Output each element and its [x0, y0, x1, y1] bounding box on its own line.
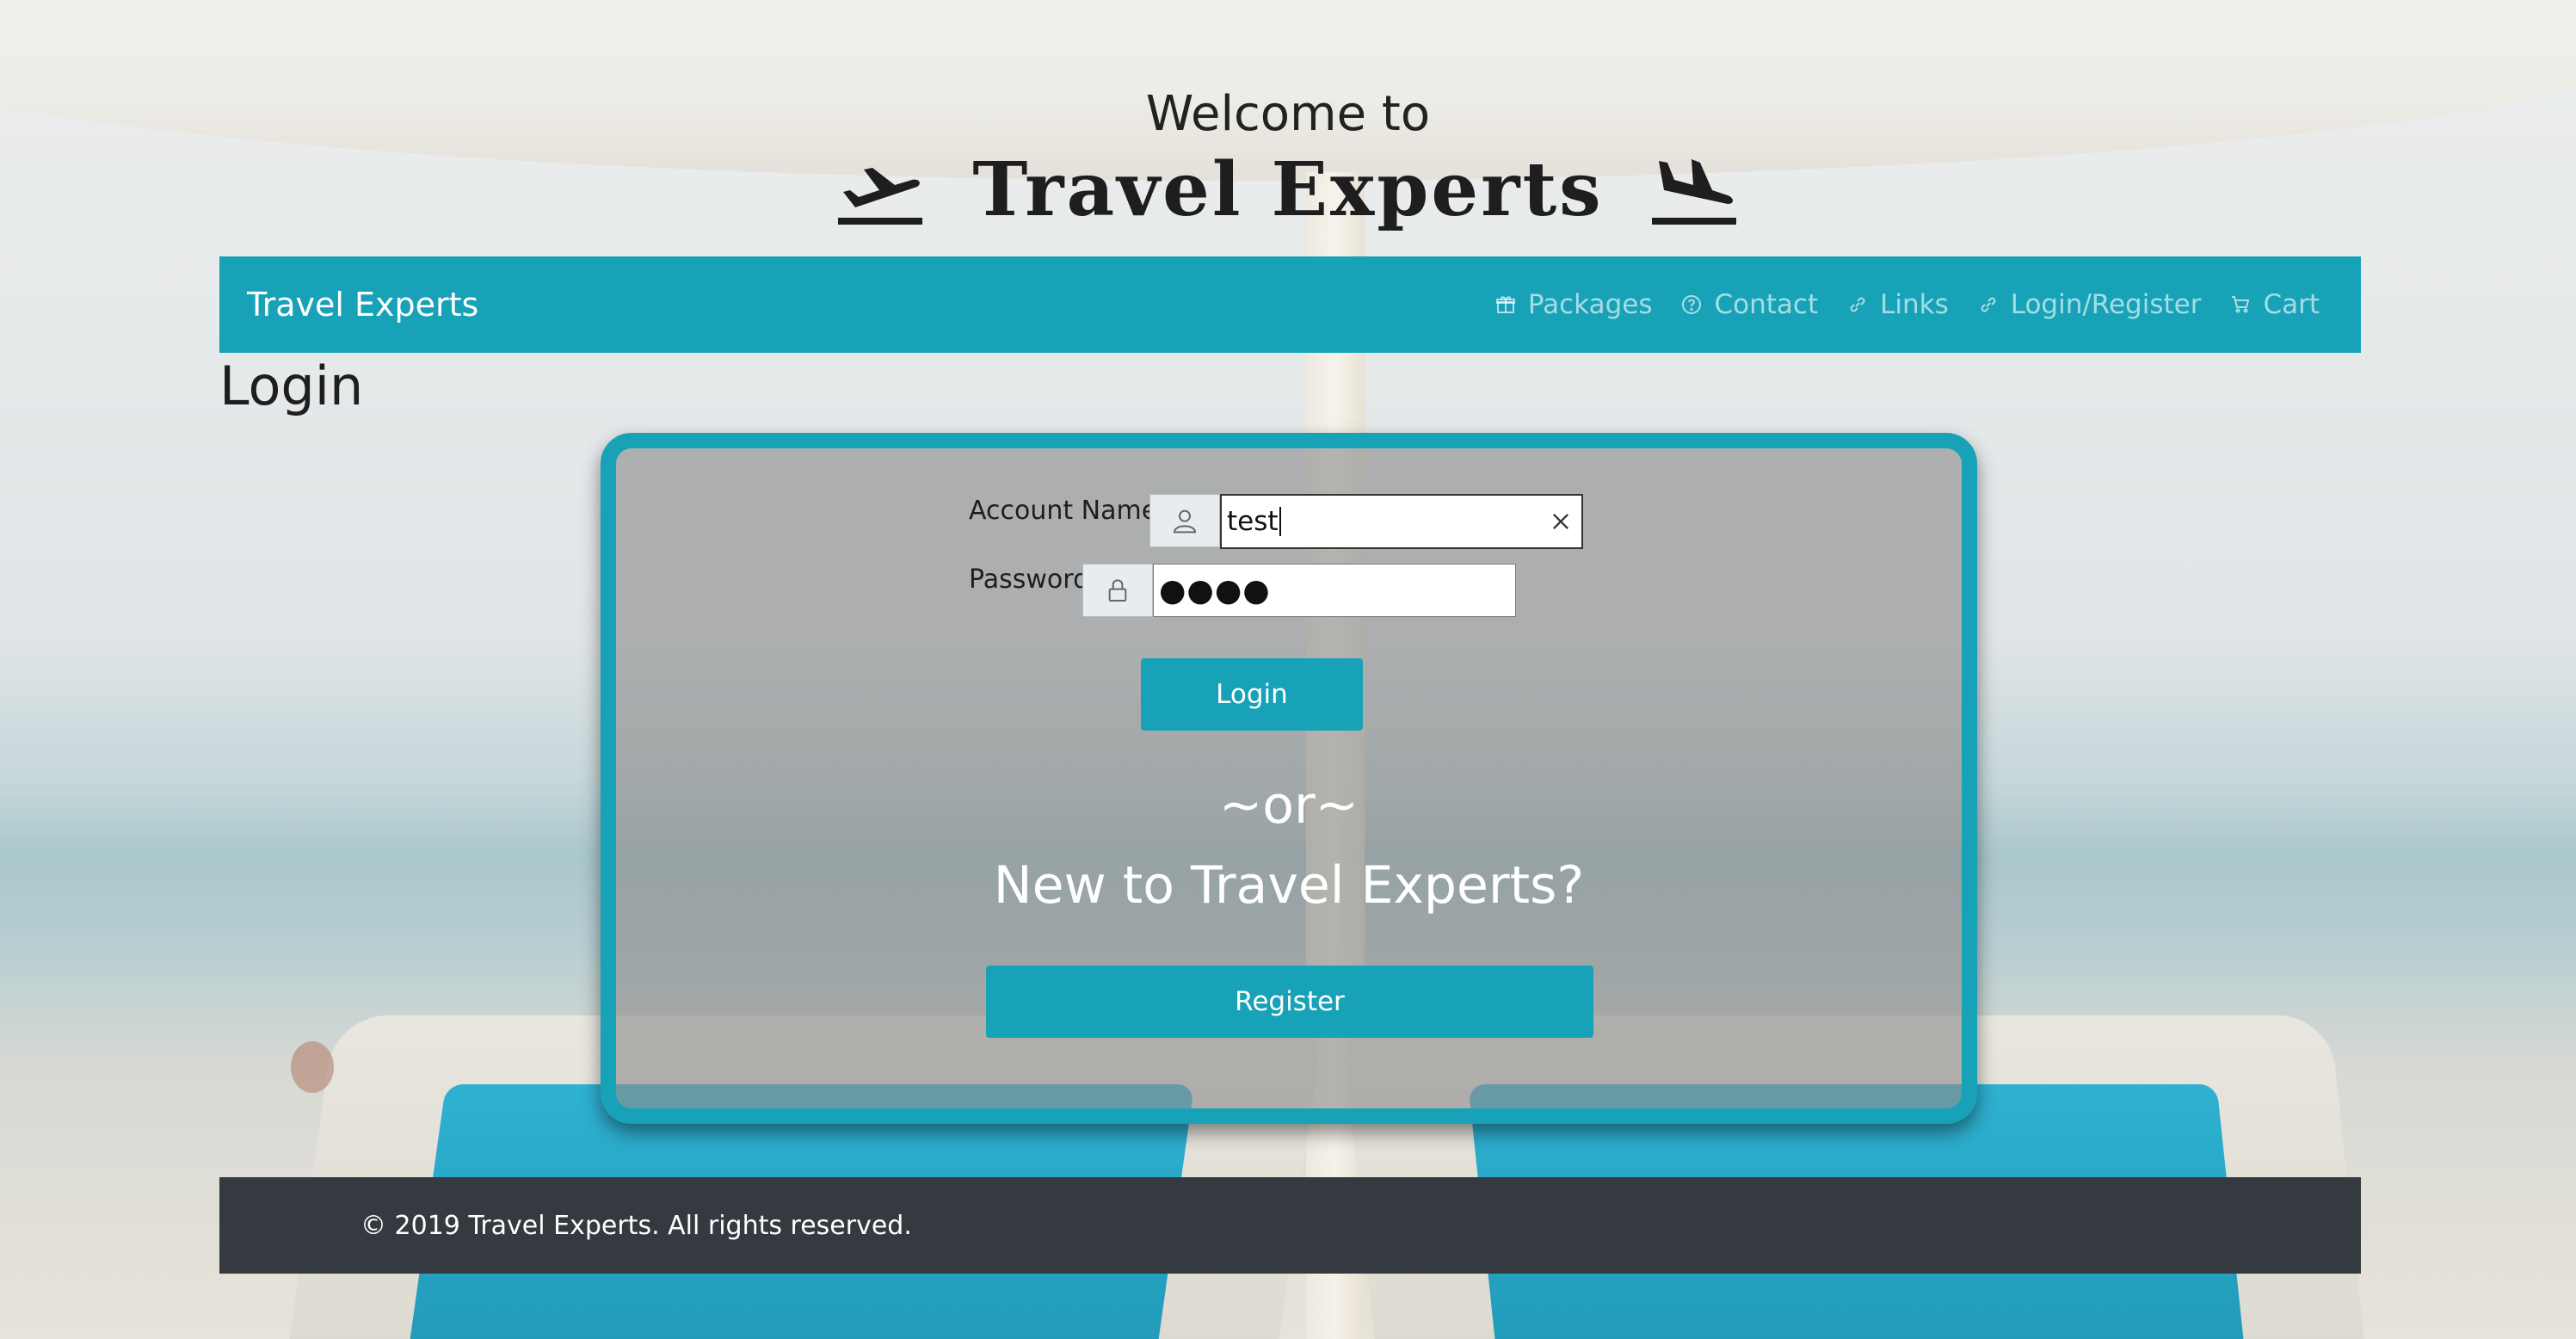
copyright-text: © 2019 Travel Experts. All rights reserv…: [361, 1210, 912, 1241]
nav-label-contact: Contact: [1714, 289, 1819, 320]
page-title: Login: [219, 355, 364, 417]
login-button[interactable]: Login: [1141, 658, 1363, 731]
password-label: Password: [969, 565, 1090, 595]
new-user-prompt: New to Travel Experts?: [993, 855, 1585, 916]
site-title-text: Travel Experts: [972, 146, 1604, 233]
nav-label-cart: Cart: [2263, 289, 2320, 320]
plane-departure-icon: [838, 167, 923, 225]
nav-label-packages: Packages: [1527, 289, 1653, 320]
gift-icon: [1495, 296, 1515, 313]
account-name-label: Account Name: [969, 496, 1158, 526]
nav-menu: Packages Contact Links Login/Register Ca…: [1488, 289, 2320, 320]
site-title: Travel Experts: [0, 146, 2576, 233]
nav-item-login-register[interactable]: Login/Register: [1978, 289, 2202, 320]
nav-label-links: Links: [1880, 289, 1949, 320]
plane-arrival-icon: [1651, 158, 1736, 225]
register-button[interactable]: Register: [986, 966, 1593, 1038]
navbar-brand[interactable]: Travel Experts: [247, 286, 478, 324]
nav-item-packages[interactable]: Packages: [1495, 289, 1653, 320]
password-value: ●●●●: [1159, 572, 1271, 608]
or-divider-text: ~or~: [1219, 775, 1359, 836]
footer: © 2019 Travel Experts. All rights reserv…: [219, 1177, 2361, 1274]
account-name-value: test: [1227, 506, 1279, 537]
password-addon: [1082, 564, 1153, 617]
link-icon: [1981, 297, 1996, 312]
nav-item-links[interactable]: Links: [1847, 289, 1949, 320]
account-addon: [1149, 494, 1220, 547]
user-icon: [1173, 509, 1197, 534]
login-card: Account Name test Password ●●●● Login ~o…: [601, 433, 1977, 1124]
lock-icon: [1108, 579, 1127, 602]
account-name-input[interactable]: test: [1220, 494, 1583, 549]
help-circle-icon: [1682, 295, 1702, 314]
cart-icon: [2232, 296, 2250, 313]
welcome-text: Welcome to: [1145, 86, 1431, 142]
nav-item-contact[interactable]: Contact: [1681, 289, 1818, 320]
distant-swimmer: [291, 1041, 334, 1093]
nav-label-login-register: Login/Register: [2010, 289, 2202, 320]
password-input[interactable]: ●●●●: [1153, 564, 1516, 617]
link-icon: [1850, 297, 1865, 312]
nav-item-cart[interactable]: Cart: [2230, 289, 2320, 320]
clear-icon[interactable]: [1549, 509, 1573, 534]
navbar: Travel Experts Packages Contact Links Lo…: [219, 256, 2361, 353]
